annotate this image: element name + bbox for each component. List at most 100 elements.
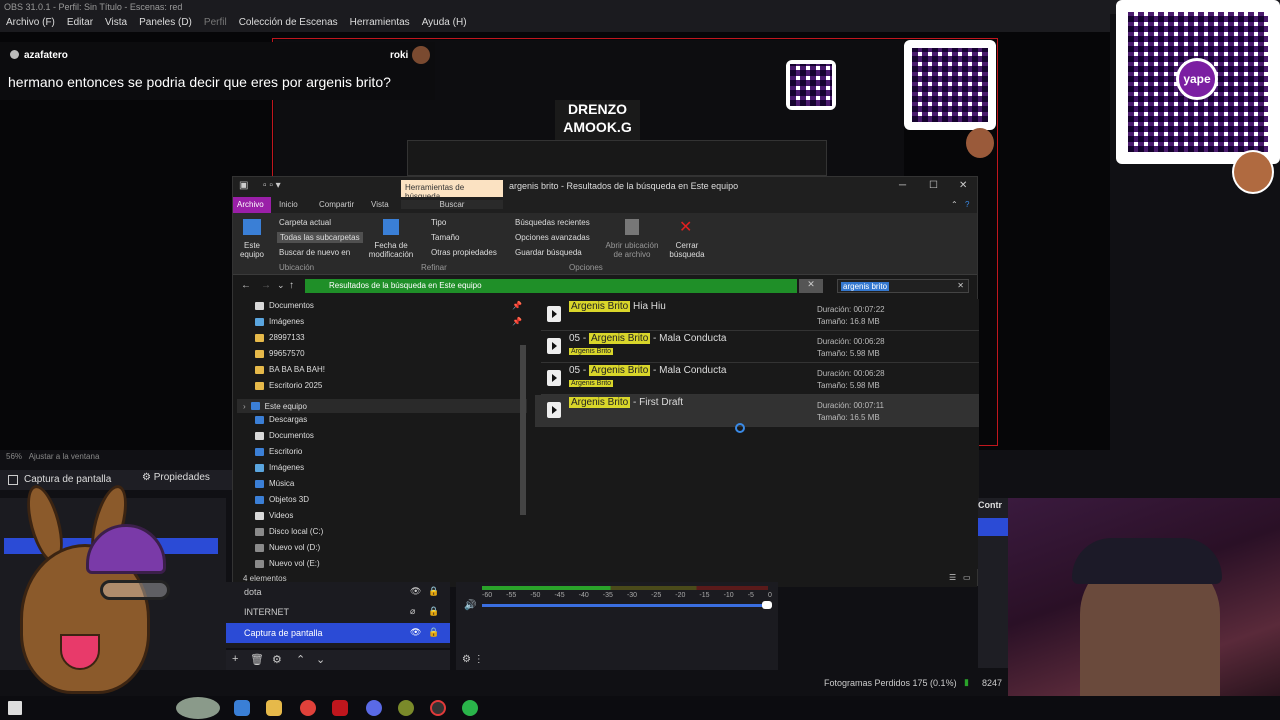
menu-perfil[interactable]: Perfil [198,14,233,32]
search-tools-context-tab[interactable]: Herramientas de búsqueda [401,180,503,201]
app-icon[interactable] [332,700,348,716]
chrome-icon[interactable] [300,700,316,716]
visibility-icon[interactable]: 👁 [410,627,421,638]
tab-vista[interactable]: Vista [371,200,389,209]
menu-editar[interactable]: Editar [61,14,99,32]
menu-herramientas[interactable]: Herramientas [344,14,416,32]
add-icon[interactable]: + [232,653,238,665]
quick-access-icon[interactable]: ▫ ▫ ▾ [263,180,281,191]
source-row-internet[interactable]: INTERNET ⌀ 🔒 [226,602,450,622]
menu-ayuda[interactable]: Ayuda (H) [416,14,473,32]
lock-icon[interactable]: 🔒 [428,606,439,617]
qr-code-small [904,40,996,130]
volume-slider[interactable] [482,604,768,607]
speaker-icon[interactable]: 🔊 [464,600,476,611]
whatsapp-icon[interactable] [462,700,478,716]
result-row[interactable]: 05 - Argenis Brito - Mala Conducta Argen… [541,331,979,363]
forward-icon[interactable]: → [261,280,271,291]
tiles-view-icon[interactable]: ▭ [963,573,971,582]
nav-item-escritorio[interactable]: Escritorio [255,447,302,456]
tab-buscar[interactable]: Buscar [401,200,503,209]
todas-subcarpetas-button[interactable]: Todas las subcarpetas [277,232,363,243]
address-bar[interactable]: Resultados de la búsqueda en Este equipo [305,279,797,293]
minimize-icon[interactable]: ─ [899,180,906,191]
nav-item-nuevo-vol-e[interactable]: Nuevo vol (E:) [255,559,320,568]
nav-item-escritorio-2025[interactable]: Escritorio 2025 [255,381,322,390]
widget-icon[interactable] [176,697,220,719]
nav-item-descargas[interactable]: Descargas [255,415,307,424]
up-icon[interactable]: ↑ [289,280,294,291]
pin-icon[interactable]: 📌 [512,317,522,326]
file-explorer-icon[interactable] [266,700,282,716]
nav-item-musica[interactable]: Música [255,479,294,488]
collapse-ribbon-icon[interactable]: ⌃ [951,200,958,209]
tab-inicio[interactable]: Inicio [279,200,298,209]
nav-item-este-equipo[interactable]: › Este equipo [237,399,527,413]
source-row-captura[interactable]: Captura de pantalla 👁 🔒 [226,623,450,643]
nav-item-imagenes-2[interactable]: Imágenes [255,463,304,472]
guardar-busqueda-button[interactable]: Guardar búsqueda [515,248,582,257]
otras-propiedades-dropdown[interactable]: Otras propiedades [431,248,497,257]
buscar-de-nuevo-dropdown[interactable]: Buscar de nuevo en [279,248,350,257]
menu-vista[interactable]: Vista [99,14,133,32]
clear-address-button[interactable]: ✕ [799,279,823,293]
tab-archivo[interactable]: Archivo [233,197,271,213]
menu-archivo[interactable]: Archivo (F) [0,14,61,32]
nav-item-documentos[interactable]: Documentos [255,301,314,310]
nav-item-disco-c[interactable]: Disco local (C:) [255,527,323,536]
gear-icon[interactable]: ⚙ [272,653,282,666]
move-up-icon[interactable]: ⌃ [296,653,305,666]
result-row[interactable]: Argenis Brito Hia Hiu Duración: 00:07:22… [541,299,979,331]
nav-item-imagenes[interactable]: Imágenes [255,317,304,326]
start-streaming-button[interactable] [978,518,1008,536]
windows-start-icon[interactable] [8,701,22,715]
nav-item-videos[interactable]: Videos [255,511,293,520]
trash-icon[interactable]: 🗑 [250,653,264,666]
nav-item-documentos-2[interactable]: Documentos [255,431,314,440]
nav-item-objetos-3d[interactable]: Objetos 3D [255,495,309,504]
fit-window-dropdown[interactable]: Ajustar a la ventana [29,452,100,461]
move-down-icon[interactable]: ⌄ [316,653,325,666]
recent-locations-icon[interactable]: ⌄ [277,280,285,291]
tick: -25 [651,592,662,599]
tipo-dropdown[interactable]: Tipo [431,218,446,227]
tamano-dropdown[interactable]: Tamaño [431,233,459,242]
cerrar-busqueda-button[interactable]: Cerrar búsqueda [665,241,709,259]
search-input[interactable]: argenis brito ✕ [837,279,969,293]
nav-item-28997133[interactable]: 28997133 [255,333,305,342]
nav-item-nuevo-vol-d[interactable]: Nuevo vol (D:) [255,543,320,552]
visibility-icon[interactable]: 👁 [410,586,421,597]
zoom-level[interactable]: 56% [6,452,22,461]
fecha-modificacion-dropdown[interactable]: Fecha de modificación [365,241,417,259]
help-icon[interactable]: ? [965,200,969,209]
obs-icon[interactable] [430,700,446,716]
busquedas-recientes-dropdown[interactable]: Búsquedas recientes [515,218,590,227]
close-icon[interactable]: ✕ [959,180,967,191]
discord-icon[interactable] [366,700,382,716]
maximize-icon[interactable]: ☐ [929,180,938,191]
lock-icon[interactable]: 🔒 [428,586,439,597]
source-row-dota[interactable]: dota 👁 🔒 [226,582,450,602]
app-icon-2[interactable] [398,700,414,716]
result-row-hovered[interactable]: Argenis Brito - First Draft Duración: 00… [535,395,979,427]
nav-item-99657570[interactable]: 99657570 [255,349,305,358]
edge-icon[interactable] [234,700,250,716]
hidden-icon[interactable]: ⌀ [410,606,415,617]
opciones-avanzadas-dropdown[interactable]: Opciones avanzadas [515,233,590,242]
nav-scrollbar[interactable] [520,345,526,515]
mixer-gear-icon[interactable]: ⚙ ⋮ [462,654,484,665]
scope-este-equipo-button[interactable]: Este equipo [239,241,265,259]
back-icon[interactable]: ← [241,280,251,291]
nav-item-ba-ba-ba-bah[interactable]: BA BA BA BAH! [255,365,325,374]
abrir-ubicacion-button[interactable]: Abrir ubicación de archivo [603,241,661,259]
menu-coleccion-escenas[interactable]: Colección de Escenas [233,14,344,32]
lock-icon[interactable]: 🔒 [428,627,439,638]
tab-compartir[interactable]: Compartir [319,200,354,209]
pin-icon[interactable]: 📌 [512,301,522,310]
clear-search-icon[interactable]: ✕ [957,281,964,290]
menu-paneles[interactable]: Paneles (D) [133,14,198,32]
details-view-icon[interactable]: ☰ [949,573,956,582]
carpeta-actual-button[interactable]: Carpeta actual [279,218,331,227]
result-row[interactable]: 05 - Argenis Brito - Mala Conducta Argen… [541,363,979,395]
volume-slider-handle[interactable] [762,601,772,609]
